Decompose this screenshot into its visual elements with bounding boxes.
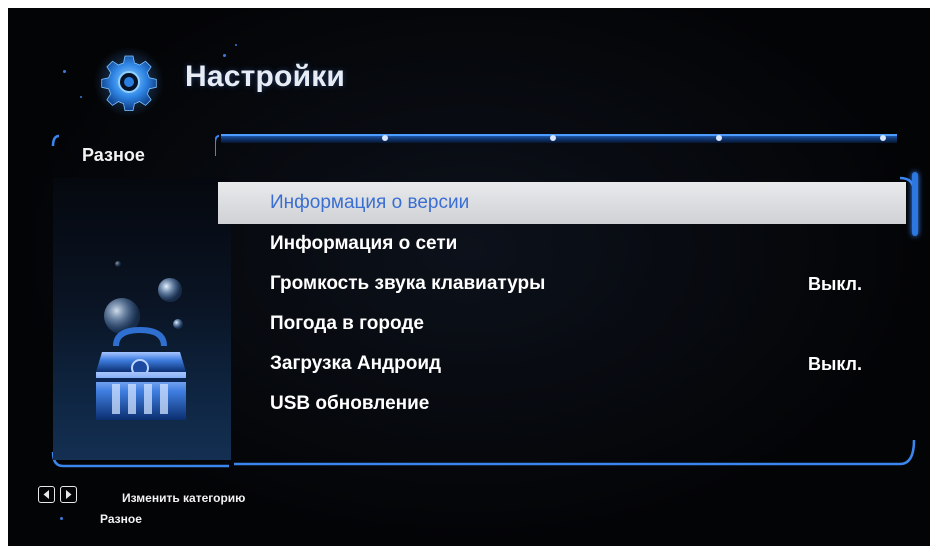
menu-item-label: Информация о версии (270, 192, 470, 213)
menu-item-key-sound-volume[interactable]: Громкость звука клавиатуры Выкл. (218, 264, 906, 304)
menu-item-version-info[interactable]: Информация о версии (218, 182, 906, 224)
menu-item-label: Погода в городе (270, 313, 425, 334)
menu-item-label: USB обновление (270, 393, 430, 414)
sparkle-dot (235, 44, 237, 46)
arrow-right-key-icon (60, 486, 77, 503)
sparkle-dot (223, 54, 226, 57)
current-category-label: Разное (100, 512, 142, 526)
sparkle-dot (80, 96, 82, 98)
menu-item-network-info[interactable]: Информация о сети (218, 224, 906, 264)
menu-item-android-boot[interactable]: Загрузка Андроид Выкл. (218, 344, 906, 384)
gear-icon (94, 47, 164, 117)
change-category-hint: Изменить категорию (122, 491, 246, 505)
category-tab-strip[interactable] (215, 126, 901, 158)
arrow-left-key-icon (38, 486, 55, 503)
settings-menu: Информация о версии Информация о сети Гр… (218, 182, 906, 424)
toolbox-icon (96, 261, 186, 420)
sparkle-dot (63, 70, 66, 73)
menu-item-value: Выкл. (807, 274, 862, 294)
scroll-indicator[interactable] (912, 172, 918, 236)
page-title: Настройки (185, 60, 346, 93)
menu-item-label: Громкость звука клавиатуры (270, 273, 546, 294)
menu-item-value: Выкл. (807, 354, 862, 374)
menu-item-city-weather[interactable]: Погода в городе (218, 304, 906, 344)
menu-item-usb-update[interactable]: USB обновление (218, 384, 906, 424)
sparkle-dot (60, 517, 63, 520)
menu-item-label: Загрузка Андроид (270, 353, 442, 374)
menu-item-label: Информация о сети (270, 233, 458, 254)
